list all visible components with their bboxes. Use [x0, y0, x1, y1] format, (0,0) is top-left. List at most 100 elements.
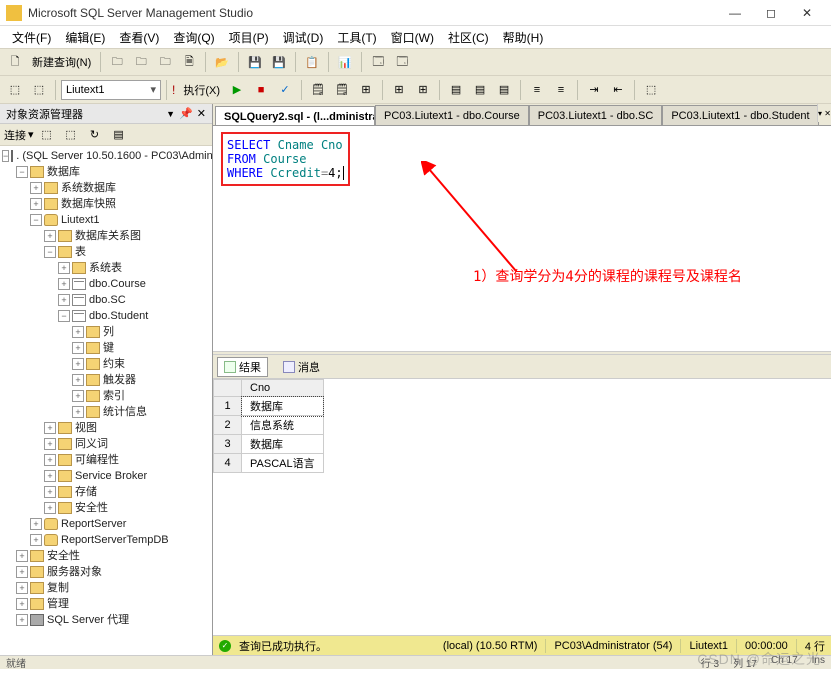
tree-keys[interactable]: +键 [0, 340, 212, 356]
expand-icon[interactable]: + [58, 262, 70, 274]
outdent-icon[interactable]: ⇤ [607, 79, 629, 101]
menu-debug[interactable]: 调试(D) [277, 27, 330, 48]
toolbar-icon[interactable]: ⬚ [28, 79, 50, 101]
toolbar-icon[interactable]: 🗀 [154, 51, 176, 73]
expand-icon[interactable]: + [30, 182, 42, 194]
toolbar-icon[interactable]: 📋 [301, 51, 323, 73]
expand-icon[interactable]: + [16, 598, 28, 610]
expand-icon[interactable]: + [44, 454, 56, 466]
expand-icon[interactable]: + [30, 534, 42, 546]
tree-constraints[interactable]: +约束 [0, 356, 212, 372]
indent-icon[interactable]: ⇥ [583, 79, 605, 101]
toolbar-icon[interactable]: 🗀 [130, 51, 152, 73]
table-row[interactable]: 1数据库 [214, 397, 324, 416]
tree-replication[interactable]: +复制 [0, 580, 212, 596]
tree-table-sc[interactable]: +dbo.SC [0, 292, 212, 308]
tree-reportserver[interactable]: +ReportServer [0, 516, 212, 532]
collapse-icon[interactable]: − [2, 150, 9, 162]
expand-icon[interactable]: + [44, 502, 56, 514]
toolbar-icon[interactable]: ⬚ [4, 79, 26, 101]
debug-button[interactable]: ▶ [226, 79, 248, 101]
tree-views[interactable]: +视图 [0, 420, 212, 436]
tab-course[interactable]: PC03.Liutext1 - dbo.Course [375, 105, 529, 125]
tree-agent[interactable]: +SQL Server 代理 [0, 612, 212, 628]
filter-icon[interactable]: ▤ [108, 124, 130, 146]
tree-stats[interactable]: +统计信息 [0, 404, 212, 420]
refresh-icon[interactable]: ↻ [84, 124, 106, 146]
menu-window[interactable]: 窗口(W) [385, 27, 440, 48]
comment-icon[interactable]: ≡ [526, 79, 548, 101]
toolbar-icon[interactable]: ⊞ [412, 79, 434, 101]
expand-icon[interactable]: + [72, 326, 84, 338]
expand-icon[interactable]: + [72, 358, 84, 370]
expand-icon[interactable]: + [30, 518, 42, 530]
table-row[interactable]: 3数据库 [214, 435, 324, 454]
tree-synonyms[interactable]: +同义词 [0, 436, 212, 452]
toolbar-icon[interactable]: ⬚ [36, 124, 58, 146]
tree-dbsnap[interactable]: +数据库快照 [0, 196, 212, 212]
database-selector[interactable]: Liutext1 [61, 80, 161, 100]
tab-overflow-icon[interactable]: ▾ ✕ [817, 104, 831, 122]
results-file-icon[interactable]: ▤ [493, 79, 515, 101]
menu-file[interactable]: 文件(F) [6, 27, 57, 48]
table-row[interactable]: 4PASCAL语言 [214, 454, 324, 473]
expand-icon[interactable]: + [16, 614, 28, 626]
save-all-button[interactable]: 💾 [268, 51, 290, 73]
results-text-icon[interactable]: ▤ [469, 79, 491, 101]
toolbar-icon[interactable]: 🗔 [367, 51, 389, 73]
tree-sysdb[interactable]: +系统数据库 [0, 180, 212, 196]
grid-cell[interactable]: 数据库 [242, 435, 324, 454]
expand-icon[interactable]: + [72, 374, 84, 386]
toolbar-icon[interactable]: 🗔 [391, 51, 413, 73]
execute-button[interactable]: 执行(X) [179, 82, 224, 98]
tab-sqlquery[interactable]: SQLQuery2.sql - (l...dministrator (54))* [215, 106, 375, 126]
grid-cell[interactable]: PASCAL语言 [242, 454, 324, 473]
tree-userdb[interactable]: −Liutext1 [0, 212, 212, 228]
connect-button[interactable]: 连接 [4, 127, 26, 143]
autohide-icon[interactable]: 📌 [179, 107, 193, 120]
parse-button[interactable]: ✓ [274, 79, 296, 101]
tree-databases[interactable]: −数据库 [0, 164, 212, 180]
expand-icon[interactable]: + [58, 294, 70, 306]
grid-cell[interactable]: 数据库 [242, 397, 324, 416]
menu-community[interactable]: 社区(C) [442, 27, 495, 48]
expand-icon[interactable]: + [44, 486, 56, 498]
column-header[interactable]: Cno [242, 380, 324, 397]
menu-query[interactable]: 查询(Q) [167, 27, 220, 48]
maximize-button[interactable]: ◻ [753, 2, 789, 24]
close-button[interactable]: ✕ [789, 2, 825, 24]
tree-table-student[interactable]: −dbo.Student [0, 308, 212, 324]
toolbar-icon[interactable]: ⬚ [640, 79, 662, 101]
results-grid[interactable]: Cno 1数据库 2信息系统 3数据库 4PASCAL语言 [213, 379, 831, 635]
open-button[interactable]: 📂 [211, 51, 233, 73]
results-tab[interactable]: 结果 [217, 357, 268, 377]
menu-edit[interactable]: 编辑(E) [59, 27, 111, 48]
expand-icon[interactable]: + [16, 550, 28, 562]
collapse-icon[interactable]: − [44, 246, 56, 258]
tree-serverobjects[interactable]: +服务器对象 [0, 564, 212, 580]
expand-icon[interactable]: + [44, 230, 56, 242]
tree-table-course[interactable]: +dbo.Course [0, 276, 212, 292]
tree-management[interactable]: +管理 [0, 596, 212, 612]
new-query-button[interactable]: 🗋 [4, 51, 26, 73]
expand-icon[interactable]: + [72, 406, 84, 418]
save-button[interactable]: 💾 [244, 51, 266, 73]
results-grid-icon[interactable]: ▤ [445, 79, 467, 101]
connect-dropdown-icon[interactable]: ▾ [28, 128, 34, 141]
stop-button[interactable]: ■ [250, 79, 272, 101]
toolbar-icon[interactable]: ⬚ [60, 124, 82, 146]
tree-storage[interactable]: +存储 [0, 484, 212, 500]
expand-icon[interactable]: + [44, 470, 56, 482]
tree-dbdiagram[interactable]: +数据库关系图 [0, 228, 212, 244]
tab-sc[interactable]: PC03.Liutext1 - dbo.SC [529, 105, 663, 125]
toolbar-icon[interactable]: 🗀 [106, 51, 128, 73]
activity-monitor-icon[interactable]: 📊 [334, 51, 356, 73]
tree-indexes[interactable]: +索引 [0, 388, 212, 404]
toolbar-icon[interactable]: 🗒 [307, 79, 329, 101]
tree-server-node[interactable]: −. (SQL Server 10.50.1600 - PC03\Adminis… [0, 148, 212, 164]
tree-servicebroker[interactable]: +Service Broker [0, 468, 212, 484]
table-row[interactable]: 2信息系统 [214, 416, 324, 435]
expand-icon[interactable]: + [72, 342, 84, 354]
menu-tools[interactable]: 工具(T) [331, 27, 382, 48]
expand-icon[interactable]: + [44, 438, 56, 450]
